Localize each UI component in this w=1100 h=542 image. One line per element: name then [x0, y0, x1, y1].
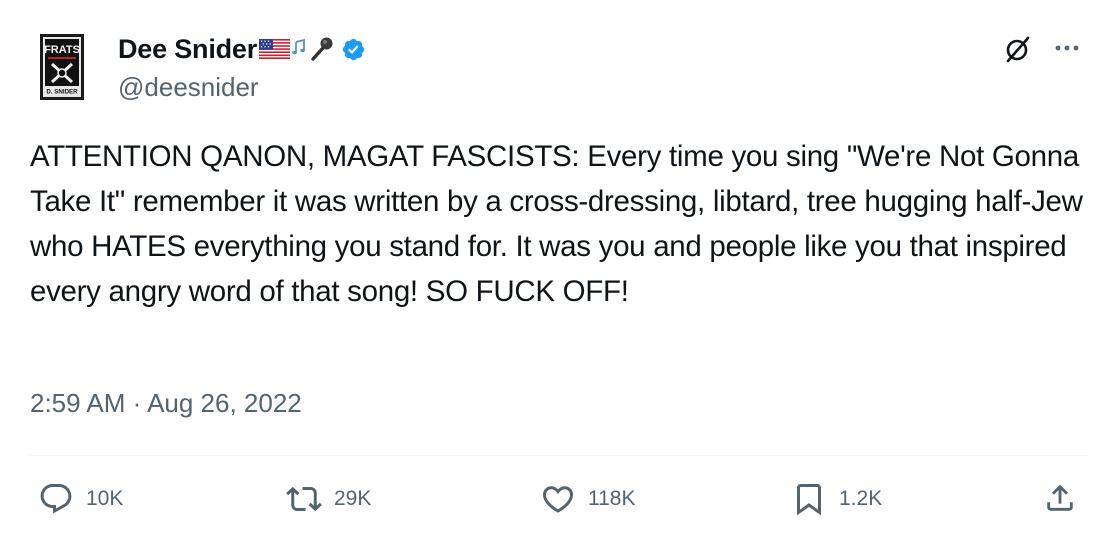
reply-button[interactable]: 10K	[38, 481, 123, 517]
like-count: 118K	[588, 487, 636, 510]
tweet-card: FRATS D. SNIDER Dee Snider @deesnider AT…	[0, 0, 1100, 542]
bookmark-icon	[797, 484, 821, 516]
music-notes-icon	[292, 38, 306, 55]
author-display-name[interactable]: Dee Snider	[118, 34, 257, 65]
tweet-text: ATTENTION QANON, MAGAT FASCISTS: Every t…	[30, 140, 1083, 308]
repost-count: 29K	[334, 487, 372, 510]
avatar-text-bottom: D. SNIDER	[46, 89, 78, 96]
like-icon	[542, 486, 574, 513]
bookmark-button[interactable]: 1.2K	[791, 481, 882, 517]
author-handle[interactable]: @deesnider	[118, 72, 259, 103]
verified-badge-icon[interactable]	[341, 37, 366, 62]
author-avatar[interactable]: FRATS D. SNIDER	[40, 34, 84, 100]
tweet-timestamp[interactable]: 2:59 AM · Aug 26, 2022	[30, 388, 302, 419]
author-name-row: Dee Snider	[118, 32, 366, 66]
bookmark-count: 1.2K	[839, 487, 883, 510]
reply-count: 10K	[86, 487, 124, 510]
avatar-text-top: FRATS	[44, 44, 80, 56]
grok-icon[interactable]	[1003, 34, 1033, 64]
divider	[30, 455, 1088, 456]
repost-icon	[286, 486, 322, 512]
share-icon	[1047, 484, 1073, 511]
us-flag-icon	[259, 39, 291, 59]
microphone-icon	[311, 37, 333, 61]
like-button[interactable]: 118K	[540, 481, 636, 517]
repost-button[interactable]: 29K	[286, 481, 371, 517]
reply-icon	[40, 484, 72, 514]
more-icon[interactable]	[1054, 44, 1080, 52]
share-button[interactable]	[1043, 481, 1077, 515]
